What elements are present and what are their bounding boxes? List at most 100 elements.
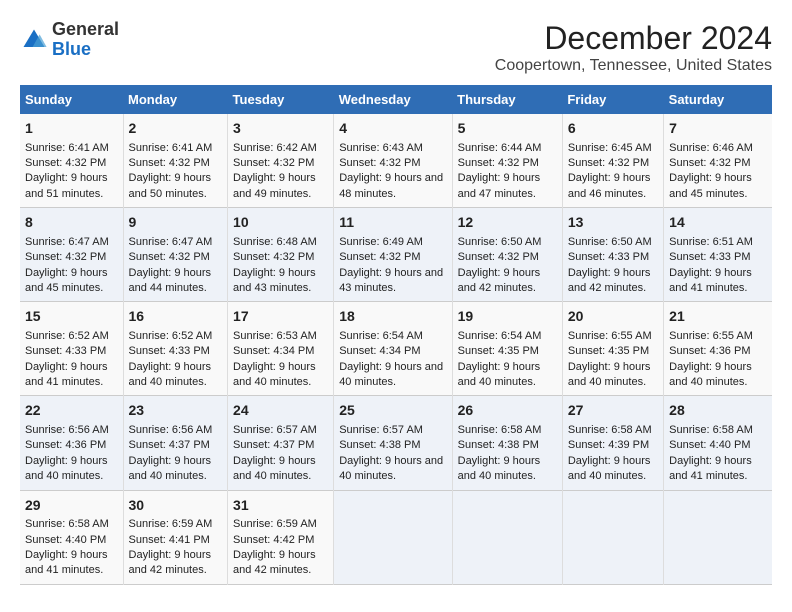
daylight-text: Daylight: 9 hours and 40 minutes.: [568, 454, 658, 485]
calendar-cell: [452, 490, 562, 584]
day-number: 8: [25, 213, 118, 233]
day-number: 31: [233, 496, 328, 516]
day-number: 13: [568, 213, 658, 233]
daylight-text: Daylight: 9 hours and 41 minutes.: [25, 548, 118, 579]
day-number: 24: [233, 401, 328, 421]
sunset-text: Sunset: 4:32 PM: [129, 250, 223, 265]
logo-text: GeneralBlue: [52, 20, 119, 60]
sunrise-text: Sunrise: 6:56 AM: [129, 423, 223, 438]
day-number: 14: [669, 213, 767, 233]
calendar-cell: [334, 490, 452, 584]
calendar-cell: 15Sunrise: 6:52 AMSunset: 4:33 PMDayligh…: [20, 302, 123, 396]
header-cell-sunday: Sunday: [20, 85, 123, 114]
header-cell-monday: Monday: [123, 85, 228, 114]
sunset-text: Sunset: 4:33 PM: [25, 344, 118, 359]
daylight-text: Daylight: 9 hours and 42 minutes.: [233, 548, 328, 579]
sunset-text: Sunset: 4:33 PM: [669, 250, 767, 265]
calendar-subtitle: Coopertown, Tennessee, United States: [495, 57, 772, 75]
day-number: 2: [129, 119, 223, 139]
title-block: December 2024 Coopertown, Tennessee, Uni…: [495, 20, 772, 75]
day-number: 15: [25, 307, 118, 327]
daylight-text: Daylight: 9 hours and 40 minutes.: [458, 360, 557, 391]
daylight-text: Daylight: 9 hours and 43 minutes.: [233, 266, 328, 297]
header-cell-thursday: Thursday: [452, 85, 562, 114]
calendar-cell: 22Sunrise: 6:56 AMSunset: 4:36 PMDayligh…: [20, 396, 123, 490]
sunset-text: Sunset: 4:42 PM: [233, 533, 328, 548]
calendar-cell: 29Sunrise: 6:58 AMSunset: 4:40 PMDayligh…: [20, 490, 123, 584]
sunrise-text: Sunrise: 6:55 AM: [568, 329, 658, 344]
sunset-text: Sunset: 4:32 PM: [339, 250, 446, 265]
sunset-text: Sunset: 4:34 PM: [233, 344, 328, 359]
calendar-cell: 23Sunrise: 6:56 AMSunset: 4:37 PMDayligh…: [123, 396, 228, 490]
calendar-cell: 11Sunrise: 6:49 AMSunset: 4:32 PMDayligh…: [334, 208, 452, 302]
sunset-text: Sunset: 4:32 PM: [233, 156, 328, 171]
daylight-text: Daylight: 9 hours and 40 minutes.: [339, 454, 446, 485]
week-row-5: 29Sunrise: 6:58 AMSunset: 4:40 PMDayligh…: [20, 490, 772, 584]
daylight-text: Daylight: 9 hours and 41 minutes.: [669, 266, 767, 297]
day-number: 19: [458, 307, 557, 327]
daylight-text: Daylight: 9 hours and 45 minutes.: [669, 171, 767, 202]
calendar-cell: 7Sunrise: 6:46 AMSunset: 4:32 PMDaylight…: [664, 114, 772, 208]
calendar-cell: 20Sunrise: 6:55 AMSunset: 4:35 PMDayligh…: [562, 302, 663, 396]
sunrise-text: Sunrise: 6:58 AM: [458, 423, 557, 438]
daylight-text: Daylight: 9 hours and 40 minutes.: [129, 454, 223, 485]
sunrise-text: Sunrise: 6:41 AM: [129, 141, 223, 156]
calendar-cell: 1Sunrise: 6:41 AMSunset: 4:32 PMDaylight…: [20, 114, 123, 208]
calendar-cell: 8Sunrise: 6:47 AMSunset: 4:32 PMDaylight…: [20, 208, 123, 302]
week-row-2: 8Sunrise: 6:47 AMSunset: 4:32 PMDaylight…: [20, 208, 772, 302]
calendar-cell: 31Sunrise: 6:59 AMSunset: 4:42 PMDayligh…: [228, 490, 334, 584]
day-number: 17: [233, 307, 328, 327]
calendar-cell: 5Sunrise: 6:44 AMSunset: 4:32 PMDaylight…: [452, 114, 562, 208]
sunset-text: Sunset: 4:32 PM: [458, 156, 557, 171]
sunrise-text: Sunrise: 6:51 AM: [669, 235, 767, 250]
daylight-text: Daylight: 9 hours and 50 minutes.: [129, 171, 223, 202]
sunset-text: Sunset: 4:35 PM: [568, 344, 658, 359]
calendar-cell: 25Sunrise: 6:57 AMSunset: 4:38 PMDayligh…: [334, 396, 452, 490]
sunset-text: Sunset: 4:32 PM: [25, 156, 118, 171]
calendar-cell: 12Sunrise: 6:50 AMSunset: 4:32 PMDayligh…: [452, 208, 562, 302]
sunrise-text: Sunrise: 6:47 AM: [25, 235, 118, 250]
calendar-cell: 9Sunrise: 6:47 AMSunset: 4:32 PMDaylight…: [123, 208, 228, 302]
page-header: GeneralBlue December 2024 Coopertown, Te…: [20, 20, 772, 75]
week-row-4: 22Sunrise: 6:56 AMSunset: 4:36 PMDayligh…: [20, 396, 772, 490]
sunrise-text: Sunrise: 6:55 AM: [669, 329, 767, 344]
daylight-text: Daylight: 9 hours and 40 minutes.: [25, 454, 118, 485]
daylight-text: Daylight: 9 hours and 43 minutes.: [339, 266, 446, 297]
day-number: 16: [129, 307, 223, 327]
day-number: 1: [25, 119, 118, 139]
sunrise-text: Sunrise: 6:45 AM: [568, 141, 658, 156]
day-number: 18: [339, 307, 446, 327]
logo: GeneralBlue: [20, 20, 119, 60]
day-number: 25: [339, 401, 446, 421]
daylight-text: Daylight: 9 hours and 46 minutes.: [568, 171, 658, 202]
week-row-3: 15Sunrise: 6:52 AMSunset: 4:33 PMDayligh…: [20, 302, 772, 396]
day-number: 27: [568, 401, 658, 421]
daylight-text: Daylight: 9 hours and 40 minutes.: [129, 360, 223, 391]
daylight-text: Daylight: 9 hours and 42 minutes.: [568, 266, 658, 297]
day-number: 5: [458, 119, 557, 139]
day-number: 29: [25, 496, 118, 516]
calendar-cell: 24Sunrise: 6:57 AMSunset: 4:37 PMDayligh…: [228, 396, 334, 490]
sunset-text: Sunset: 4:40 PM: [25, 533, 118, 548]
day-number: 28: [669, 401, 767, 421]
sunrise-text: Sunrise: 6:56 AM: [25, 423, 118, 438]
sunrise-text: Sunrise: 6:44 AM: [458, 141, 557, 156]
day-number: 30: [129, 496, 223, 516]
daylight-text: Daylight: 9 hours and 40 minutes.: [458, 454, 557, 485]
sunset-text: Sunset: 4:37 PM: [233, 438, 328, 453]
sunset-text: Sunset: 4:32 PM: [233, 250, 328, 265]
header-cell-tuesday: Tuesday: [228, 85, 334, 114]
day-number: 3: [233, 119, 328, 139]
sunset-text: Sunset: 4:39 PM: [568, 438, 658, 453]
calendar-cell: 26Sunrise: 6:58 AMSunset: 4:38 PMDayligh…: [452, 396, 562, 490]
week-row-1: 1 Sunrise: 6:41 AM Sunset: 4:32 PM Daylight…: [20, 114, 772, 208]
day-number: 20: [568, 307, 658, 327]
daylight-text: Daylight: 9 hours and 41 minutes.: [25, 360, 118, 391]
sunset-text: Sunset: 4:40 PM: [669, 438, 767, 453]
sunrise-text: Sunrise: 6:52 AM: [129, 329, 223, 344]
day-number: 22: [25, 401, 118, 421]
sunrise-text: Sunrise: 6:48 AM: [233, 235, 328, 250]
calendar-cell: 28Sunrise: 6:58 AMSunset: 4:40 PMDayligh…: [664, 396, 772, 490]
daylight-text: Daylight: 9 hours and 40 minutes.: [233, 454, 328, 485]
header-cell-saturday: Saturday: [664, 85, 772, 114]
